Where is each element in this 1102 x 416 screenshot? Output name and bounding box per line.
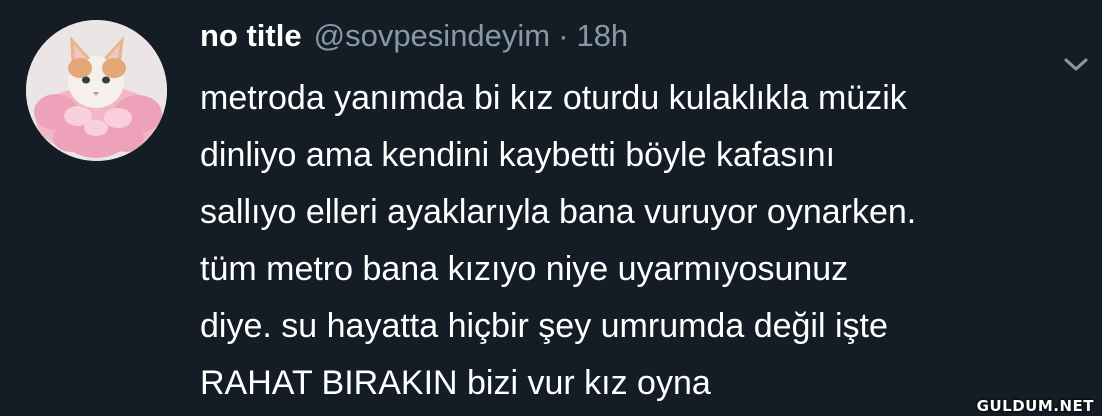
site-watermark: GULDUM.NET <box>976 397 1094 415</box>
tweet-text-line: dinliyo ama kendini kaybetti böyle kafas… <box>200 136 836 174</box>
tweet-text-line: diye. su hayatta hiçbir şey umrumda deği… <box>200 307 888 345</box>
tweet-text-line: metroda yanımda bi kız oturdu kulaklıkla… <box>200 79 907 117</box>
tweet-text-line: sallıyo elleri ayaklarıyla bana vuruyor … <box>200 193 917 231</box>
tweet-text-line: RAHAT BIRAKIN bizi vur kız oyna <box>200 364 711 402</box>
cat-avatar-image <box>26 20 167 161</box>
header-separator: · <box>558 18 569 53</box>
tweet-text-line: tüm metro bana kızıyo niye uyarmıyosunuz <box>200 250 849 288</box>
display-name[interactable]: no title <box>200 18 302 54</box>
tweet-header: no title @sovpesindeyim · 18h <box>200 18 628 62</box>
avatar[interactable] <box>26 20 167 161</box>
tweet-text: metroda yanımda bi kız oturdu kulaklıkla… <box>200 70 1080 412</box>
tweet-timestamp[interactable]: 18h <box>576 18 628 54</box>
user-handle[interactable]: @sovpesindeyim <box>314 18 551 54</box>
